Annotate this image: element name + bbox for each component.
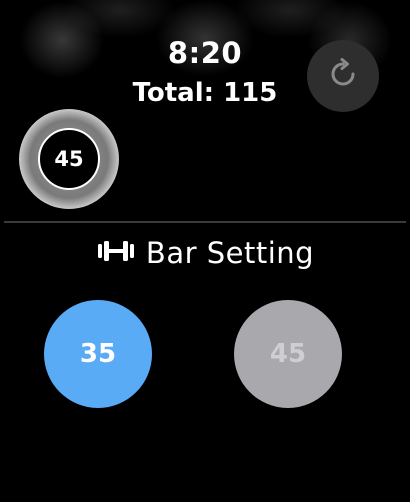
bar-option-label: 45 xyxy=(269,339,307,369)
bar-option-45-button[interactable]: 45 xyxy=(234,300,342,408)
bar-setting-title: Bar Setting xyxy=(145,236,315,270)
current-plate-value: 45 xyxy=(38,128,100,190)
bar-option-35-button[interactable]: 35 xyxy=(44,300,152,408)
arrow-clockwise-icon xyxy=(327,58,359,94)
current-plate-badge[interactable]: 45 xyxy=(19,109,119,209)
reset-button[interactable] xyxy=(307,40,379,112)
bar-option-label: 35 xyxy=(79,339,117,369)
bar-setting-header: Bar Setting xyxy=(0,236,410,270)
dumbbell-icon xyxy=(96,239,136,267)
divider xyxy=(4,221,406,223)
